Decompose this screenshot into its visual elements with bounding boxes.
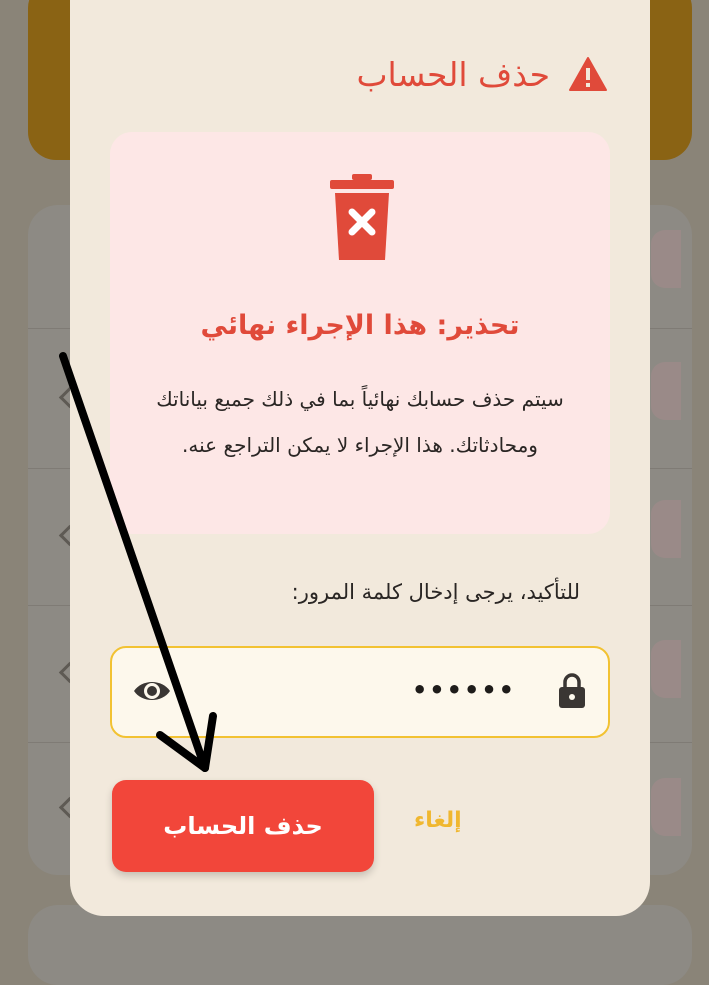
password-input[interactable]: •••••• — [110, 646, 610, 738]
password-confirm-label: للتأكيد، يرجى إدخال كلمة المرور: — [291, 580, 580, 604]
warning-description: سيتم حذف حسابك نهائياً بما في ذلك جميع ب… — [156, 387, 564, 457]
trash-delete-icon — [330, 174, 394, 260]
dialog-title: حذف الحساب — [356, 54, 550, 94]
background-card-bottom — [28, 905, 692, 985]
warning-heading: تحذير: هذا الإجراء نهائي — [200, 310, 520, 341]
warning-box: تحذير: هذا الإجراء نهائي سيتم حذف حسابك … — [110, 132, 610, 534]
lock-icon — [559, 673, 585, 708]
dialog-header: حذف الحساب — [356, 50, 608, 98]
background-row-badge — [651, 640, 681, 698]
cancel-button[interactable]: إلغاء — [414, 808, 462, 833]
delete-account-dialog: حذف الحساب تحذير: هذا الإجراء نهائي سيتم… — [70, 0, 650, 916]
eye-icon[interactable] — [132, 676, 172, 706]
background-row-badge — [651, 500, 681, 558]
background-row-badge — [651, 778, 681, 836]
delete-account-button[interactable]: حذف الحساب — [112, 780, 374, 872]
background-row-badge — [651, 362, 681, 420]
warning-triangle-icon — [569, 57, 607, 91]
background-row-badge — [651, 230, 681, 288]
password-value: •••••• — [411, 676, 516, 704]
